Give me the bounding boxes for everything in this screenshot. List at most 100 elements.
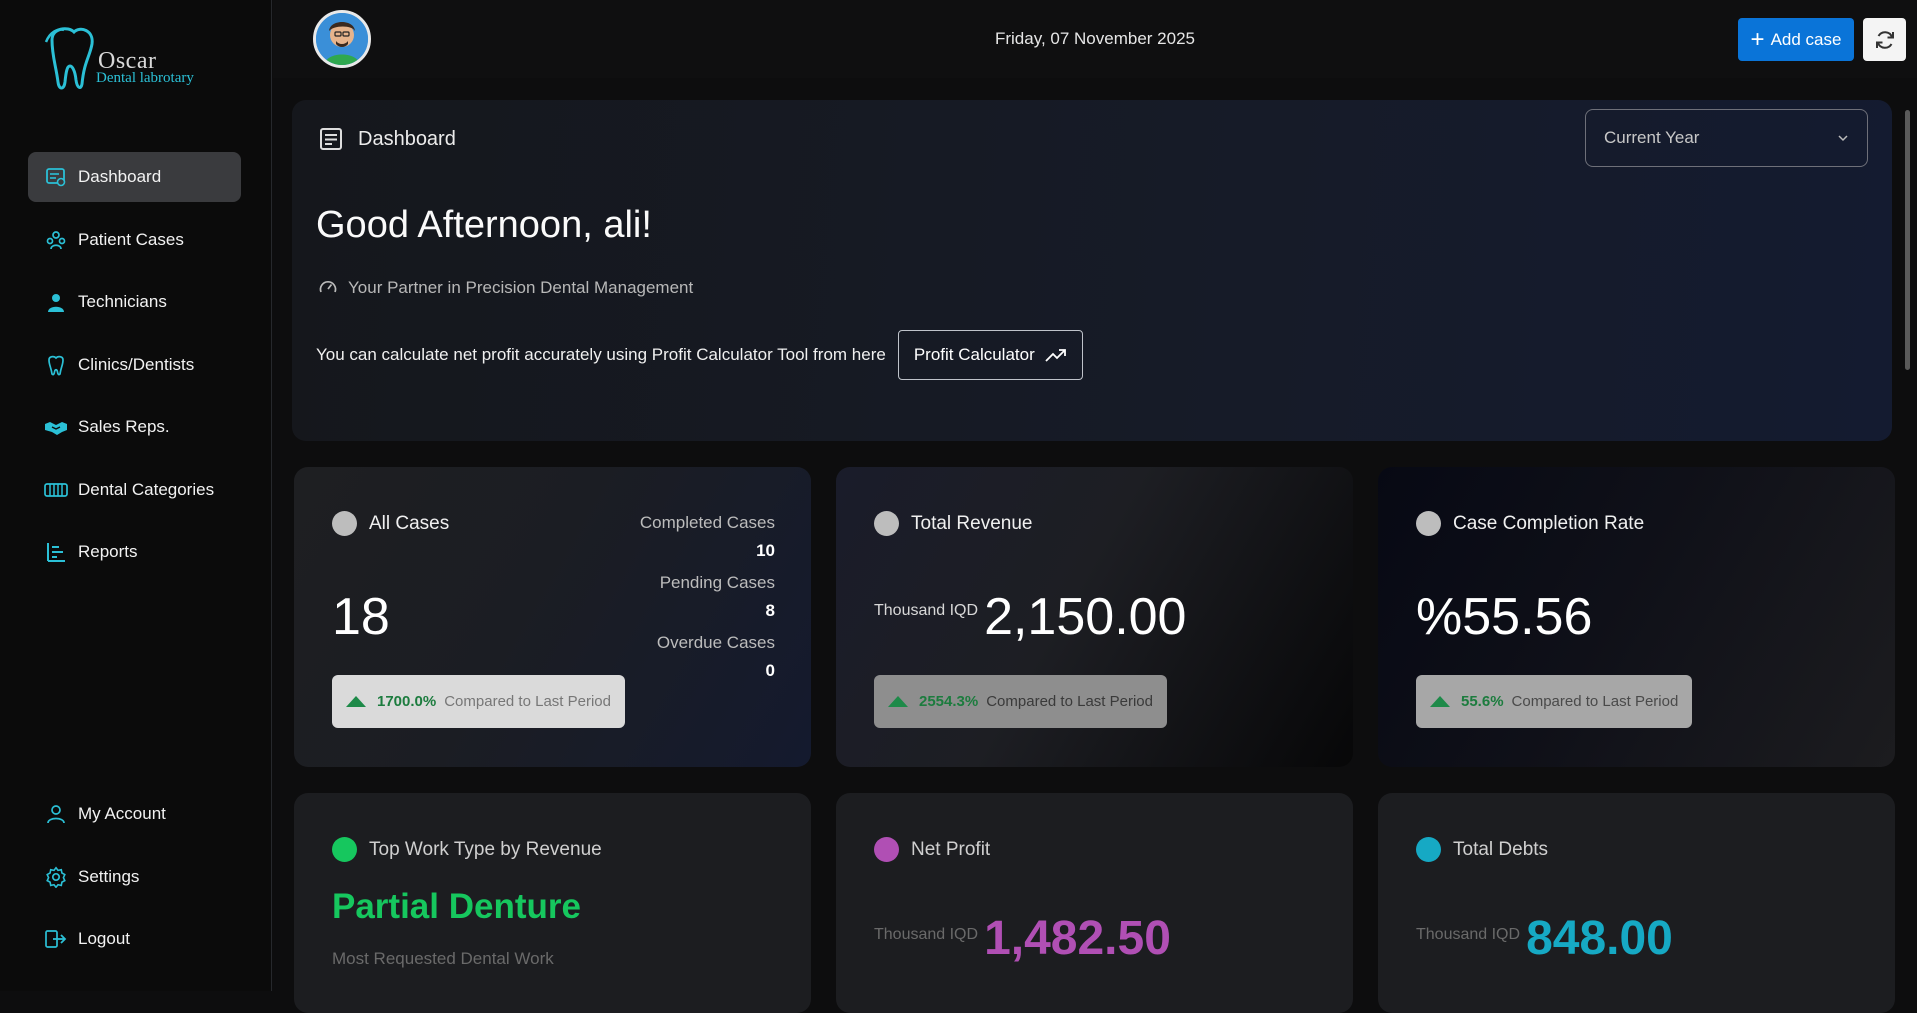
dashboard-icon	[44, 165, 68, 189]
top-work-type-value: Partial Denture	[332, 887, 581, 926]
total-revenue-card: Total Revenue Thousand IQD 2,150.00 2554…	[836, 467, 1353, 767]
top-bar: Friday, 07 November 2025 + Add case	[273, 0, 1917, 78]
gear-icon	[44, 865, 68, 889]
profit-calculator-row: You can calculate net profit accurately …	[316, 330, 1083, 380]
breadcrumb-label: Dashboard	[358, 127, 456, 150]
current-date: Friday, 07 November 2025	[994, 29, 1195, 48]
brand-tagline: Dental labrotary	[96, 70, 194, 86]
tooth-logo-icon	[44, 27, 94, 90]
sidebar-item-patient-cases[interactable]: Patient Cases	[28, 215, 241, 265]
profit-calculator-button[interactable]: Profit Calculator	[897, 330, 1083, 380]
chevron-down-icon	[1838, 135, 1848, 142]
period-select[interactable]: Current Year	[1585, 109, 1868, 167]
sidebar-item-dashboard[interactable]: Dashboard	[28, 152, 241, 202]
pending-cases-value: 8	[765, 601, 775, 620]
add-case-label: Add case	[1770, 29, 1842, 49]
change-percent: 1700.0%	[377, 693, 437, 710]
top-work-type-caption: Most Requested Dental Work	[332, 949, 554, 968]
patients-icon	[44, 228, 68, 252]
total-debts-card: Total Debts Thousand IQD 848.00	[1378, 793, 1895, 1013]
sidebar-item-label: Clinics/Dentists	[78, 354, 195, 374]
top-work-type-card: Top Work Type by Revenue Partial Denture…	[294, 793, 811, 1013]
currency-unit: Thousand IQD	[874, 926, 979, 943]
pending-cases-label: Pending Cases	[659, 573, 775, 592]
card-title-text: Case Completion Rate	[1453, 512, 1645, 534]
card-title-text: Top Work Type by Revenue	[369, 838, 602, 860]
logout-icon	[44, 927, 68, 951]
refresh-button[interactable]	[1863, 18, 1906, 61]
card-title-text: Total Debts	[1453, 838, 1549, 860]
revenue-value: 2,150.00	[984, 588, 1187, 646]
card-title: Case Completion Rate	[1416, 511, 1644, 536]
status-dot	[332, 837, 357, 862]
completion-rate-card: Case Completion Rate %55.56 55.6% Compar…	[1378, 467, 1895, 767]
all-cases-card: All Cases 18 Completed Cases 10 Pending …	[294, 467, 811, 767]
change-badge: 55.6% Compared to Last Period	[1416, 675, 1693, 728]
sidebar-item-label: Sales Reps.	[78, 417, 170, 436]
status-dot	[874, 837, 899, 862]
page-scrollbar[interactable]	[1905, 110, 1910, 370]
handshake-icon	[44, 415, 68, 439]
tagline-text: Your Partner in Precision Dental Managem…	[348, 278, 694, 297]
add-case-button[interactable]: + Add case	[1738, 18, 1854, 61]
overdue-cases-label: Overdue Cases	[656, 633, 775, 652]
change-percent: 2554.3%	[919, 693, 979, 710]
welcome-panel: Dashboard Current Year Good Afternoon, a…	[292, 100, 1892, 441]
net-profit-value-row: Thousand IQD 1,482.50	[874, 911, 1171, 966]
hero-tagline: Your Partner in Precision Dental Managem…	[318, 278, 693, 298]
change-caption: Compared to Last Period	[444, 693, 611, 710]
trending-up-icon	[1045, 349, 1066, 362]
sidebar-item-dental-categories[interactable]: Dental Categories	[28, 465, 241, 515]
card-title: All Cases	[332, 511, 449, 536]
card-title-text: All Cases	[369, 512, 450, 534]
speedometer-icon	[319, 281, 337, 293]
change-caption: Compared to Last Period	[1511, 693, 1679, 710]
net-profit-value: 1,482.50	[984, 912, 1171, 965]
card-title-text: Total Revenue	[911, 512, 1033, 534]
plus-icon: +	[1750, 25, 1765, 53]
card-title: Total Debts	[1416, 837, 1548, 862]
change-badge: 1700.0% Compared to Last Period	[332, 675, 625, 728]
sidebar-item-label: Settings	[78, 866, 140, 886]
sidebar-bottom-nav: My Account Settings Logout	[28, 789, 241, 977]
sidebar-item-settings[interactable]: Settings	[28, 852, 241, 902]
sidebar-item-technicians[interactable]: Technicians	[28, 277, 241, 327]
user-icon	[44, 802, 68, 826]
card-title: Total Revenue	[874, 511, 1032, 536]
brand-logo[interactable]: Oscar Dental labrotary	[44, 22, 224, 98]
sidebar-item-label: Dental Categories	[78, 479, 215, 499]
sidebar: Oscar Dental labrotary Dashboard Patient…	[0, 0, 272, 991]
debts-value: 848.00	[1526, 912, 1673, 965]
sidebar-item-label: Patient Cases	[78, 229, 184, 249]
sidebar-item-label: Dashboard	[78, 167, 162, 186]
sidebar-item-logout[interactable]: Logout	[28, 914, 241, 964]
reports-icon	[44, 540, 68, 564]
completed-cases-value: 10	[756, 541, 775, 560]
case-breakdown: Completed Cases 10 Pending Cases 8 Overd…	[640, 513, 775, 693]
all-cases-value: 18	[332, 588, 390, 646]
sidebar-item-sales-reps[interactable]: Sales Reps.	[28, 402, 241, 452]
sidebar-item-reports[interactable]: Reports	[28, 527, 241, 577]
currency-unit: Thousand IQD	[874, 602, 979, 619]
completion-rate-value: %55.56	[1416, 588, 1593, 646]
document-icon	[320, 128, 342, 150]
status-dot	[332, 511, 357, 536]
profit-calculator-text: You can calculate net profit accurately …	[316, 345, 886, 364]
sidebar-item-label: Reports	[78, 542, 138, 561]
overdue-cases-value: 0	[765, 661, 775, 680]
card-title: Top Work Type by Revenue	[332, 837, 602, 862]
status-dot	[1416, 837, 1441, 862]
tooth-icon	[44, 353, 68, 377]
sidebar-item-label: Logout	[78, 929, 130, 948]
profit-calculator-label: Profit Calculator	[913, 345, 1035, 364]
status-dot	[874, 511, 899, 536]
revenue-value-row: Thousand IQD 2,150.00	[874, 587, 1186, 647]
arrow-up-icon	[1430, 696, 1450, 707]
net-profit-card: Net Profit Thousand IQD 1,482.50	[836, 793, 1353, 1013]
sidebar-item-clinics-dentists[interactable]: Clinics/Dentists	[28, 340, 241, 390]
breadcrumb: Dashboard	[318, 126, 456, 152]
sidebar-item-my-account[interactable]: My Account	[28, 789, 241, 839]
card-title-text: Net Profit	[911, 838, 991, 860]
arrow-up-icon	[346, 696, 366, 707]
currency-unit: Thousand IQD	[1416, 926, 1521, 943]
